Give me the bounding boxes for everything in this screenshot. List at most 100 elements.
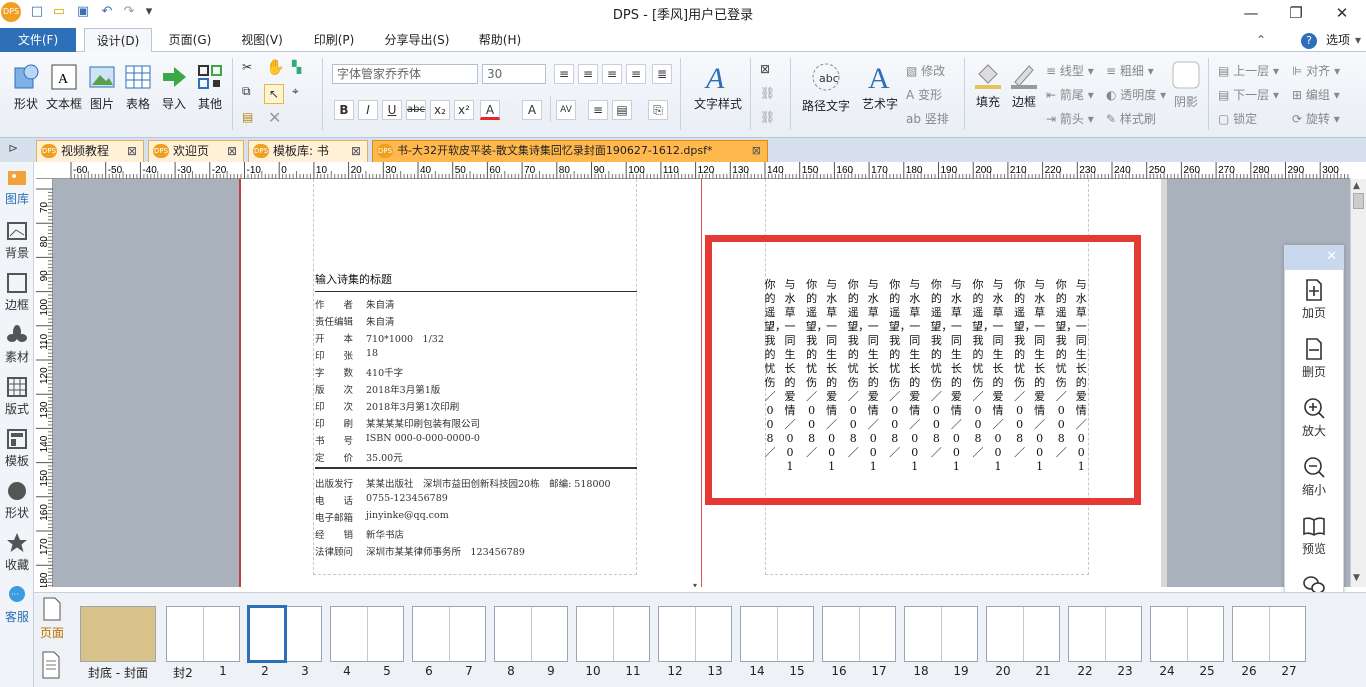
align-left-button[interactable]: ≡	[554, 64, 574, 84]
rotate-button[interactable]: ⟳ 旋转 ▾	[1292, 110, 1340, 127]
art-vertical-button[interactable]: ab 竖排	[906, 110, 949, 127]
superscript-button[interactable]: x²	[454, 100, 474, 120]
text-direction-button[interactable]: ⎘	[648, 100, 668, 120]
doc-tab-template[interactable]: DPS 模板库: 书 ⊠	[248, 140, 368, 162]
zoom-out-button[interactable]: 缩小	[1285, 455, 1343, 498]
sidebar-item-background[interactable]: 背景	[0, 220, 34, 261]
poem-title-column[interactable]: 你的遥望，我的忧伤／008／	[764, 278, 786, 460]
format-painter-icon[interactable]: ▚	[292, 60, 301, 74]
close-button[interactable]: ✕	[1329, 2, 1355, 24]
add-page-button[interactable]: 加页	[1285, 278, 1343, 321]
font-color-button[interactable]: A	[480, 100, 500, 120]
sidebar-item-gallery[interactable]: 图库	[0, 166, 34, 207]
doc-tab-welcome[interactable]: DPS 欢迎页 ⊠	[148, 140, 244, 162]
highlight-color-button[interactable]: A	[522, 100, 542, 120]
hand-tool-icon[interactable]: ✋	[266, 58, 285, 76]
tab-view[interactable]: 视图(V)	[232, 28, 292, 52]
table-button[interactable]: 表格	[120, 62, 156, 112]
scroll-down-icon[interactable]: ▼	[1353, 573, 1360, 583]
poem-title-column[interactable]: 与水草一同生长的爱情／001	[784, 278, 796, 474]
thumbnail-spread[interactable]	[166, 606, 240, 662]
tab-print[interactable]: 印刷(P)	[304, 28, 364, 52]
send-backward-button[interactable]: ▤ 下一层 ▾	[1218, 86, 1279, 103]
paste-icon[interactable]: ▤	[242, 110, 253, 124]
thumbnail-spread[interactable]	[740, 606, 814, 662]
subscript-button[interactable]: x₂	[430, 100, 450, 120]
underline-button[interactable]: U	[382, 100, 402, 120]
pages-panel-tab[interactable]: 页面	[38, 597, 66, 641]
border-button[interactable]: 边框	[1006, 60, 1042, 110]
poem-title-column[interactable]: 你的遥望，我的忧伤／008／	[806, 278, 828, 460]
other-button[interactable]: 其他	[192, 62, 228, 112]
thumbnail-spread[interactable]	[576, 606, 650, 662]
tab-file[interactable]: 文件(F)	[0, 28, 76, 52]
sidebar-item-support[interactable]: ··· 客服	[0, 584, 34, 625]
vertical-scrollbar[interactable]: ▲ ▼	[1350, 179, 1366, 587]
poem-title-column[interactable]: 与水草一同生长的爱情／001	[909, 278, 921, 474]
poetry-title[interactable]: 输入诗集的标题	[315, 271, 392, 287]
close-tab-icon[interactable]: ⊠	[227, 141, 237, 161]
doc-tab-video[interactable]: DPS 视频教程 ⊠	[36, 140, 144, 162]
poem-title-column[interactable]: 与水草一同生长的爱情／001	[826, 278, 838, 474]
align-center-button[interactable]: ≡	[578, 64, 598, 84]
art-text-button[interactable]: A 艺术字	[858, 60, 902, 112]
distribute-button[interactable]: ≣	[652, 64, 672, 84]
arrow-tail-button[interactable]: ⇤ 箭尾 ▾	[1046, 86, 1094, 103]
textbox-button[interactable]: A 文本框	[44, 62, 84, 112]
shape-button[interactable]: 形状	[6, 62, 46, 112]
thumbnail-spread[interactable]	[1232, 606, 1306, 662]
scroll-thumb[interactable]	[1353, 193, 1364, 209]
poem-title-column[interactable]: 与水草一同生长的爱情／001	[1034, 278, 1046, 474]
char-spacing-button[interactable]: AV	[556, 100, 576, 120]
poem-title-column[interactable]: 与水草一同生长的爱情／001	[867, 278, 879, 474]
group-button[interactable]: ⊞ 编组 ▾	[1292, 86, 1340, 103]
text-fit-icon[interactable]: ⊠	[760, 62, 770, 76]
sidebar-item-border[interactable]: 边框	[0, 272, 34, 313]
tab-share-export[interactable]: 分享导出(S)	[376, 28, 458, 52]
poem-title-column[interactable]: 与水草一同生长的爱情／001	[950, 278, 962, 474]
doc-tab-current[interactable]: DPS 书-大32开软皮平装-散文集诗集回忆录封面190627-1612.dpsf…	[372, 140, 768, 162]
bring-forward-button[interactable]: ▤ 上一层 ▾	[1218, 62, 1279, 79]
close-tab-icon[interactable]: ⊠	[752, 141, 761, 161]
arrow-head-button[interactable]: ⇥ 箭头 ▾	[1046, 110, 1094, 127]
thumbnail-spread[interactable]	[1068, 606, 1142, 662]
cut-icon[interactable]: ✂	[242, 60, 252, 74]
options-button[interactable]: 选项	[1322, 28, 1354, 52]
delete-page-button[interactable]: 删页	[1285, 337, 1343, 380]
align-objects-button[interactable]: ⊫ 对齐 ▾	[1292, 62, 1340, 79]
font-family-select[interactable]: 字体管家乔乔体	[332, 64, 478, 84]
poem-title-column[interactable]: 你的遥望，我的忧伤／008／	[972, 278, 994, 460]
panel-toggle-icon[interactable]: ⊳	[8, 141, 18, 155]
link-text-icon[interactable]: ⛓	[760, 86, 775, 100]
delete-icon[interactable]: ✕	[268, 108, 281, 127]
maximize-button[interactable]: ❐	[1283, 2, 1309, 24]
edit-node-icon[interactable]: ⌖	[292, 84, 299, 99]
tab-help[interactable]: 帮助(H)	[470, 28, 530, 52]
thumbnail-spread[interactable]	[247, 605, 322, 663]
thumbnail-cover[interactable]	[80, 606, 156, 662]
select-tool-icon[interactable]: ↖	[264, 84, 284, 104]
document-canvas[interactable]: 输入诗集的标题 你的遥望，我的忧伤／008／ 与水草一同生长的爱情／001 你的遥望…	[53, 179, 1350, 587]
style-brush-button[interactable]: ✎ 样式刷	[1106, 110, 1156, 127]
tab-design[interactable]: 设计(D)	[84, 28, 152, 53]
tab-page[interactable]: 页面(G)	[160, 28, 220, 52]
font-size-select[interactable]: 30	[482, 64, 546, 84]
sidebar-item-shape[interactable]: 形状	[0, 480, 34, 521]
selected-text-frame[interactable]: 你的遥望，我的忧伤／008／ 与水草一同生长的爱情／001 你的遥望，我的忧伤／00…	[705, 235, 1141, 505]
poem-title-column[interactable]: 你的遥望，我的忧伤／008／	[889, 278, 911, 460]
sidebar-item-favorites[interactable]: 收藏	[0, 532, 34, 573]
line-type-button[interactable]: ≡ 线型 ▾	[1046, 62, 1094, 79]
thumbnail-spread[interactable]	[904, 606, 978, 662]
thumbnail-spread[interactable]	[494, 606, 568, 662]
lock-button[interactable]: ▢ 锁定	[1218, 110, 1257, 127]
line-spacing-button[interactable]: ≡	[588, 100, 608, 120]
align-right-button[interactable]: ≡	[602, 64, 622, 84]
scroll-up-icon[interactable]: ▲	[1353, 181, 1360, 191]
italic-button[interactable]: I	[358, 100, 378, 120]
close-panel-icon[interactable]: ✕	[1326, 249, 1337, 264]
close-tab-icon[interactable]: ⊠	[351, 141, 361, 161]
thumbnail-spread[interactable]	[986, 606, 1060, 662]
zoom-in-button[interactable]: 放大	[1285, 396, 1343, 439]
close-tab-icon[interactable]: ⊠	[127, 141, 137, 161]
art-transform-button[interactable]: A 变形	[906, 86, 942, 103]
